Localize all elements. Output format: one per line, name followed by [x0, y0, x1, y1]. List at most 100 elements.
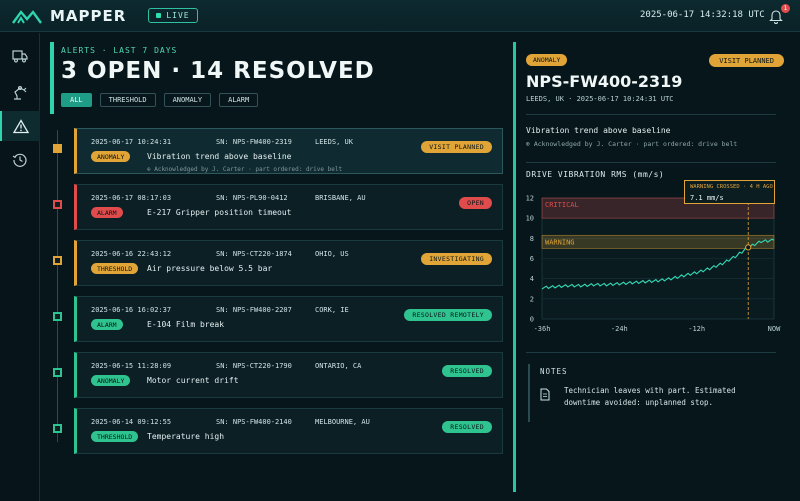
robot-arm-icon — [14, 85, 27, 100]
alert-title: E-217 Gripper position timeout — [147, 208, 292, 217]
alert-location: ONTARIO, CA — [315, 362, 362, 370]
alert-serial: SN: NPS-PL90-0412 — [216, 194, 288, 202]
x-tick-label: -36h — [534, 325, 551, 333]
detail-description: Vibration trend above baseline — [526, 126, 671, 135]
header-accent-bar — [50, 42, 54, 114]
alert-serial: SN: NPS-FW400-2319 — [216, 138, 292, 146]
alert-acknowledgement: ⊕ Acknowledged by J. Carter · part order… — [147, 166, 343, 173]
y-tick-label: 8 — [530, 235, 534, 243]
alert-location: OHIO, US — [315, 250, 349, 258]
detail-status-badge[interactable]: VISIT PLANNED — [709, 54, 784, 67]
alert-date: 2025-06-15 11:28:09 — [91, 362, 172, 370]
divider — [526, 162, 776, 163]
alert-card[interactable]: 2025-06-16 22:43:12 SN: NPS-CT220-1874 OHI… — [74, 240, 503, 286]
sidebar-item-history[interactable] — [0, 145, 40, 175]
filter-chips: ALL THRESHOLD ANOMALY ALARM — [61, 93, 266, 107]
filter-all[interactable]: ALL — [61, 93, 92, 107]
alert-status-badge[interactable]: RESOLVED — [442, 365, 492, 377]
alert-serial: SN: NPS-CT220-1874 — [216, 250, 292, 258]
live-label: LIVE — [166, 11, 190, 20]
alert-location: MELBOURNE, AU — [315, 418, 370, 426]
threshold-band — [541, 234, 775, 249]
alert-status-badge[interactable]: OPEN — [459, 197, 492, 209]
filter-alarm[interactable]: ALARM — [219, 93, 259, 107]
notes-section: NOTES Technician leaves with part. Estim… — [528, 364, 776, 422]
y-tick-label: 10 — [526, 215, 534, 223]
sidebar-item-alerts[interactable] — [0, 111, 40, 141]
detail-serial-number: NPS-FW400-2319 — [526, 72, 683, 91]
y-tick-label: 2 — [530, 295, 534, 303]
alert-card[interactable]: 2025-06-14 09:12:55 SN: NPS-FW400-2140 MEL… — [74, 408, 503, 454]
timeline-marker — [53, 424, 62, 433]
alert-location: CORK, IE — [315, 306, 349, 314]
alert-type-badge: ALARM — [91, 319, 123, 330]
alert-title: Temperature high — [147, 432, 225, 441]
alert-status-badge[interactable]: VISIT PLANNED — [421, 141, 492, 153]
alert-card[interactable]: 2025-06-16 16:02:37 SN: NPS-FW400-2207 COR… — [74, 296, 503, 342]
band-label: WARNING — [545, 238, 575, 246]
timeline-marker — [53, 368, 62, 377]
alert-status-badge[interactable]: RESOLVED REMOTELY — [404, 309, 492, 321]
timeline-marker — [53, 256, 62, 265]
timeline-marker — [53, 144, 62, 153]
filter-anomaly[interactable]: ANOMALY — [163, 93, 212, 107]
live-indicator: LIVE — [148, 8, 198, 23]
alert-date: 2025-06-17 10:24:31 — [91, 138, 172, 146]
alert-serial: SN: NPS-FW400-2207 — [216, 306, 292, 314]
sidebar-item-machines[interactable] — [0, 77, 40, 107]
band-label: CRITICAL — [545, 201, 579, 209]
clock: 2025-06-17 14:32:18 UTC — [640, 10, 765, 20]
warning-crossed-point — [745, 244, 752, 251]
alert-serial: SN: NPS-CT220-1790 — [216, 362, 292, 370]
logo[interactable]: MAPPER — [12, 7, 126, 25]
alert-serial: SN: NPS-FW400-2140 — [216, 418, 292, 426]
alert-card[interactable]: 2025-06-17 08:17:03 SN: NPS-PL90-0412 BRIS… — [74, 184, 503, 230]
notification-badge: 1 — [781, 4, 790, 13]
tooltip-value: 7.1 mm/s — [690, 194, 724, 202]
history-icon — [12, 153, 27, 167]
alert-title: Vibration trend above baseline — [147, 152, 292, 161]
alert-type-badge: THRESHOLD — [91, 431, 139, 442]
x-tick-label: NOW — [768, 325, 781, 333]
alerts-caption: ALERTS · LAST 7 DAYS — [61, 46, 178, 55]
alert-title: Motor current drift — [147, 376, 239, 385]
tooltip-label: WARNING CROSSED · 4 H AGO — [690, 184, 773, 190]
alert-status-badge[interactable]: INVESTIGATING — [421, 253, 492, 265]
alert-status-badge[interactable]: RESOLVED — [442, 421, 492, 433]
y-tick-label: 12 — [526, 195, 534, 203]
alert-location: LEEDS, UK — [315, 138, 353, 146]
alert-title: E-104 Film break — [147, 320, 225, 329]
filter-threshold[interactable]: THRESHOLD — [99, 93, 156, 107]
alert-card[interactable]: 2025-06-17 10:24:31 SN: NPS-FW400-2319 LEE… — [74, 128, 503, 174]
detail-meta: LEEDS, UK · 2025-06-17 10:24:31 UTC — [526, 95, 674, 103]
timeline-marker — [53, 200, 62, 209]
y-tick-label: 0 — [530, 316, 534, 324]
alert-date: 2025-06-14 09:12:55 — [91, 418, 172, 426]
chart-title: DRIVE VIBRATION RMS (mm/s) — [526, 170, 665, 179]
alert-type-badge: ANOMALY — [91, 375, 131, 386]
truck-icon — [12, 50, 28, 63]
vibration-chart: 0 2 4 6 8 10 12 -36h -24h -12h NOW CRITICAL WARNING — [526, 182, 781, 333]
x-tick-label: -12h — [688, 325, 705, 333]
alert-date: 2025-06-17 08:17:03 — [91, 194, 172, 202]
alert-card[interactable]: 2025-06-15 11:28:09 SN: NPS-CT220-1790 ONT… — [74, 352, 503, 398]
x-tick-label: -24h — [611, 325, 628, 333]
alert-type-badge: ALARM — [91, 207, 123, 218]
alert-detail-panel: ANOMALY VISIT PLANNED NPS-FW400-2319 LEE… — [520, 42, 792, 492]
alert-type-badge: THRESHOLD — [91, 263, 139, 274]
divider — [526, 114, 776, 115]
live-dot-icon — [156, 13, 162, 18]
timeline-marker — [53, 312, 62, 321]
sidebar-item-fleet[interactable] — [0, 41, 40, 71]
alert-date: 2025-06-16 16:02:37 — [91, 306, 172, 314]
alert-location: BRISBANE, AU — [315, 194, 366, 202]
y-tick-label: 6 — [530, 255, 534, 263]
mountain-logo-icon — [12, 9, 42, 24]
detail-accent-bar — [513, 42, 516, 492]
y-tick-label: 4 — [530, 275, 534, 283]
alert-triangle-icon — [13, 118, 29, 133]
detail-type-badge: ANOMALY — [526, 54, 568, 66]
alerts-panel: ALERTS · LAST 7 DAYS 3 OPEN · 14 RESOLVE… — [50, 42, 506, 490]
alert-title: Air pressure below 5.5 bar — [147, 264, 273, 273]
app-name: MAPPER — [50, 6, 127, 25]
